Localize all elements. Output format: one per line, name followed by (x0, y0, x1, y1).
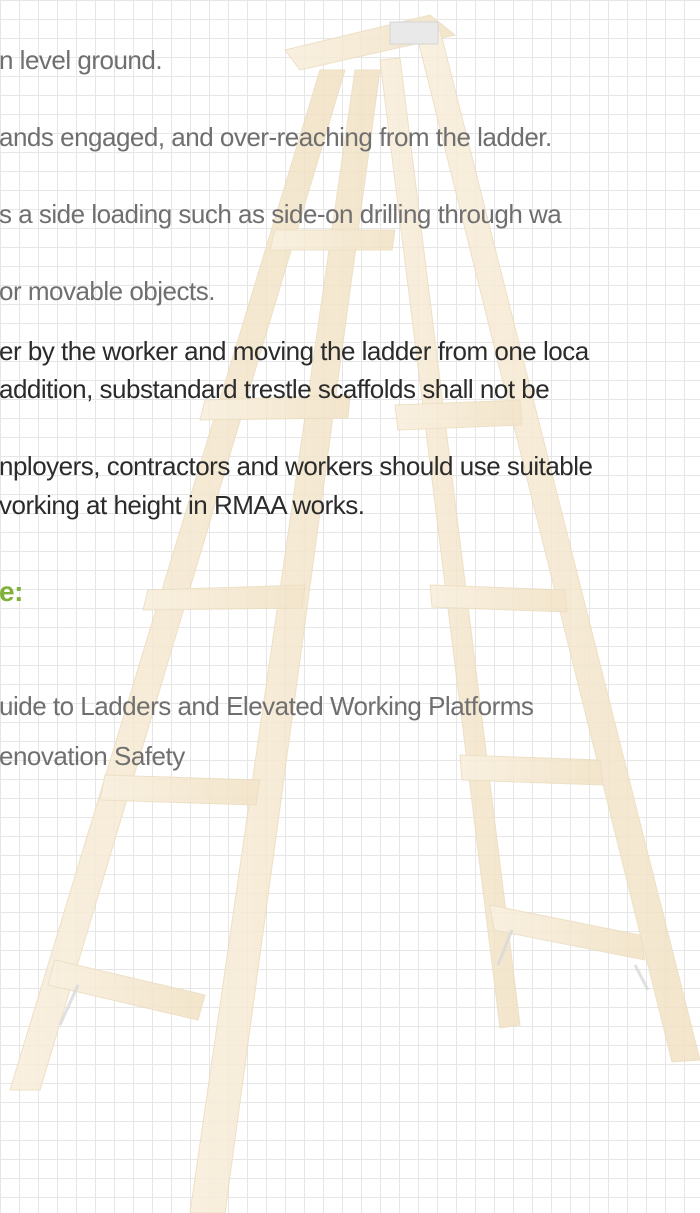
reference-line-2: enovation Safety (0, 741, 185, 771)
bullet-line-3: s a side loading such as side-on drillin… (0, 199, 562, 229)
paragraph-1-line-1: er by the worker and moving the ladder f… (0, 336, 589, 366)
bullet-line-4: or movable objects. (0, 276, 215, 306)
section-heading: e: (0, 576, 23, 607)
reference-line-1: uide to Ladders and Elevated Working Pla… (0, 691, 534, 721)
paragraph-2-line-2: vorking at height in RMAA works. (0, 490, 365, 520)
document-text: n level ground. ands engaged, and over-r… (0, 0, 700, 1213)
bullet-line-2: ands engaged, and over-reaching from the… (0, 122, 552, 152)
bullet-line-1: n level ground. (0, 45, 163, 75)
paragraph-1-line-2: addition, substandard trestle scaffolds … (0, 374, 550, 404)
paragraph-2-line-1: nployers, contractors and workers should… (0, 451, 593, 481)
